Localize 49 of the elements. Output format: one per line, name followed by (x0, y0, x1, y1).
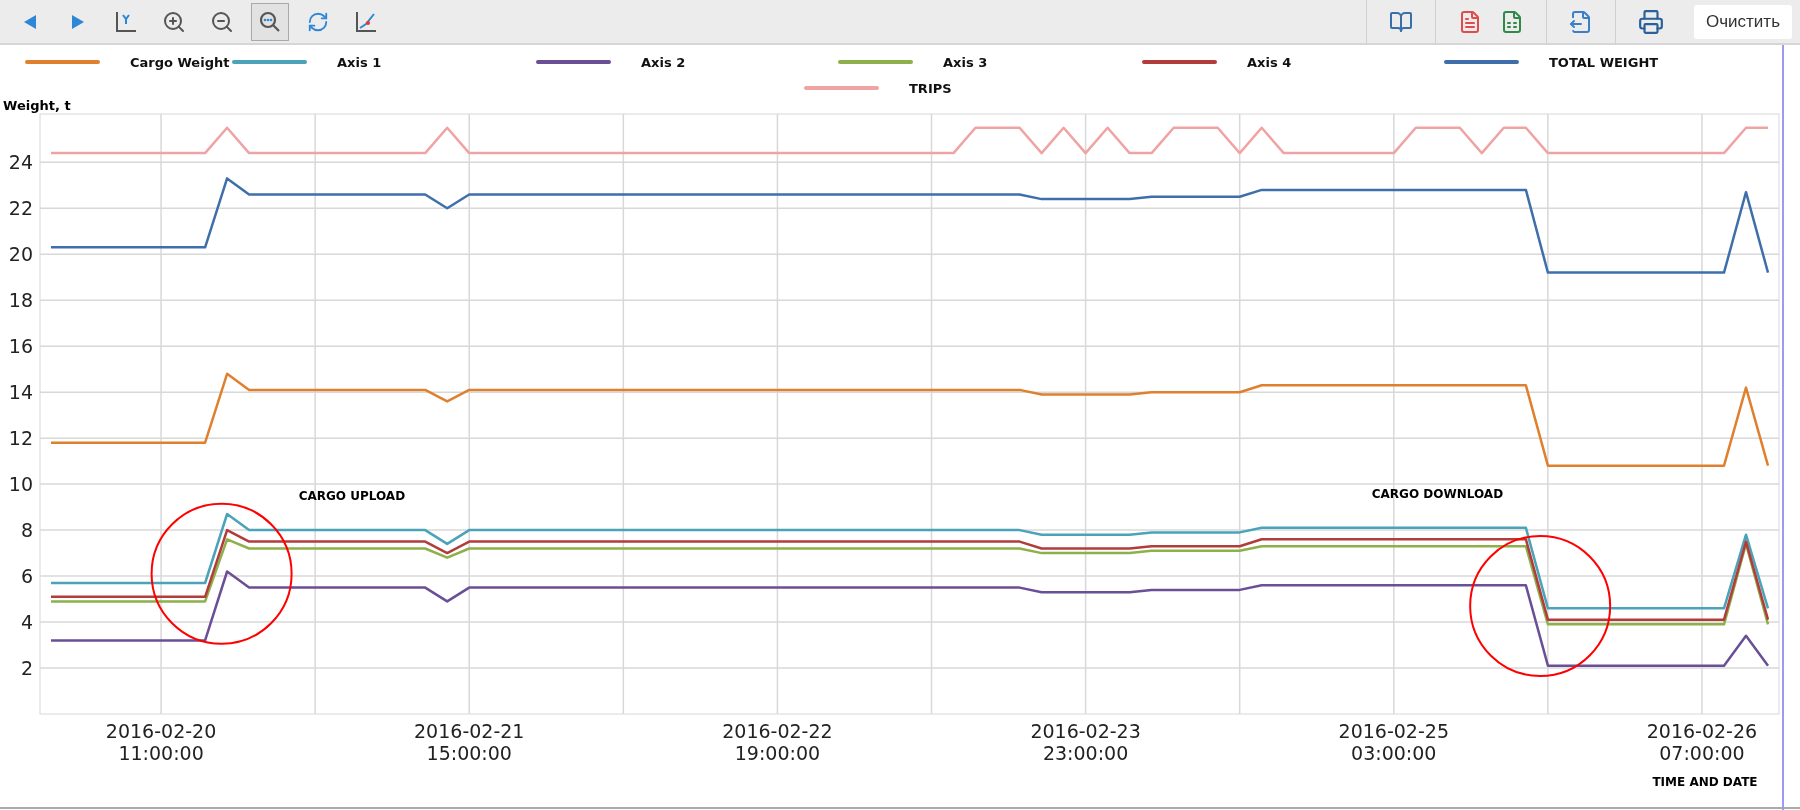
right-triangle-icon (71, 13, 85, 30)
export-button[interactable] (1569, 9, 1593, 34)
annotation-label: CARGO UPLOAD (298, 489, 406, 504)
y-tick-label: 22 (8, 197, 33, 220)
book-button[interactable] (1389, 9, 1413, 34)
y-tick-label: 24 (8, 151, 33, 174)
legend-label: Axis 1 (337, 54, 382, 70)
legend-label: Axis 4 (1247, 54, 1292, 70)
y-tick-label: 20 (8, 243, 33, 266)
clear-button[interactable]: Очистить (1694, 4, 1792, 39)
y-axis-icon (115, 10, 137, 33)
excel-button[interactable] (1500, 9, 1524, 34)
left-triangle-icon (23, 13, 37, 30)
legend-label: TRIPS (909, 80, 952, 96)
export-file-icon (1569, 9, 1593, 34)
y-tick-label: 12 (8, 427, 33, 450)
legend-label: Cargo Weight (130, 54, 230, 70)
x-tick-label: 2016-02-21 15:00:00 (414, 720, 525, 764)
x-tick-label: 2016-02-20 11:00:00 (105, 720, 217, 764)
zoom-dots-icon (258, 9, 282, 34)
zoom-fit-tool-button[interactable] (251, 2, 289, 41)
y-axis-title: Weight, t (3, 98, 71, 113)
y-tick-label: 4 (20, 611, 33, 634)
y-tick-label: 16 (8, 335, 33, 358)
legend-label: Axis 3 (943, 54, 988, 70)
print-icon (1638, 8, 1664, 35)
y-tick-label: 14 (8, 381, 33, 404)
legend-label: TOTAL WEIGHT (1549, 54, 1659, 70)
legend-label: Axis 2 (641, 54, 686, 70)
y-tick-label: 2 (20, 657, 33, 679)
y-tick-label: 6 (20, 565, 33, 588)
x-tick-label: 2016-02-23 23:00:00 (1030, 720, 1141, 764)
spreadsheet-file-icon (1500, 9, 1524, 34)
annotation-label: CARGO DOWNLOAD (1371, 486, 1504, 501)
y-tick-label: 8 (20, 519, 33, 542)
x-tick-label: 2016-02-26 07:00:00 (1646, 720, 1758, 764)
zoom-in-icon (162, 9, 186, 34)
pdf-button[interactable] (1458, 9, 1482, 34)
refresh-icon (307, 10, 329, 33)
y-tick-label: 18 (8, 289, 33, 312)
book-icon (1389, 9, 1413, 34)
pdf-file-icon (1458, 9, 1482, 34)
x-tick-label: 2016-02-22 19:00:00 (722, 720, 833, 764)
x-axis-title: TIME AND DATE (1652, 775, 1758, 789)
x-tick-label: 2016-02-25 03:00:00 (1338, 720, 1449, 764)
print-button[interactable] (1638, 8, 1664, 35)
chart-axis-icon (355, 10, 377, 33)
y-tick-label: 10 (8, 473, 33, 496)
zoom-out-icon (210, 9, 234, 34)
